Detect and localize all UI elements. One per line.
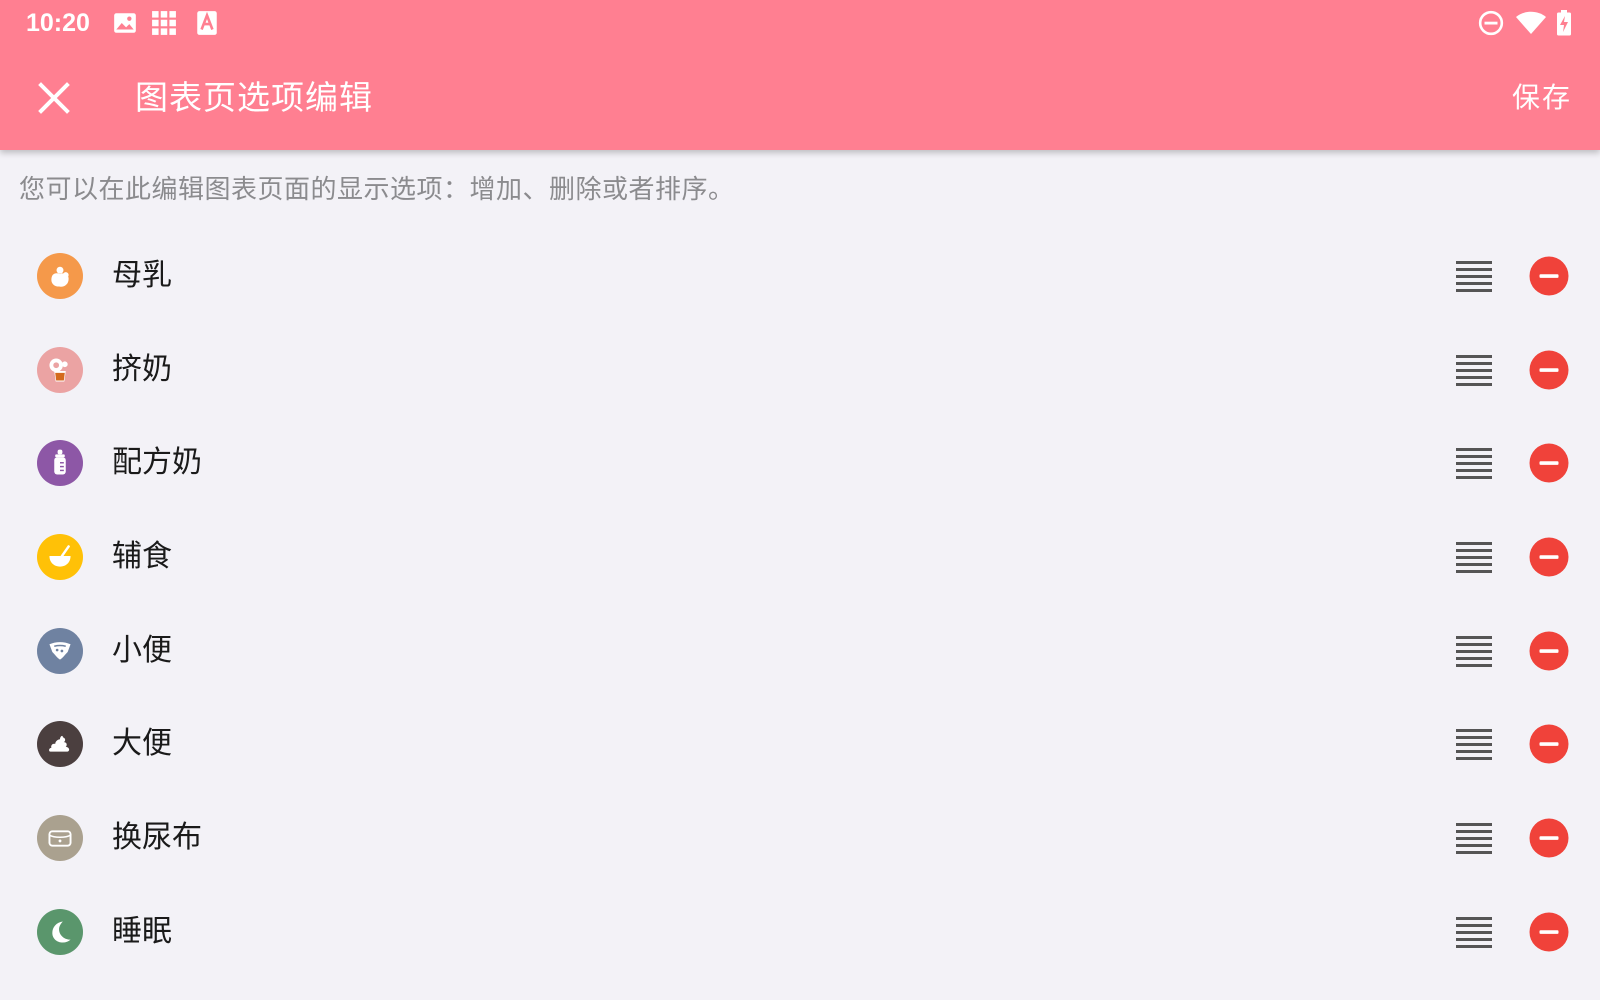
drag-handle[interactable] (1456, 540, 1492, 574)
remove-circle-icon (1529, 537, 1569, 577)
option-label: 辅食 (112, 539, 172, 575)
option-label: 睡眠 (112, 913, 172, 949)
option-label: 小便 (112, 632, 172, 668)
drag-handle[interactable] (1456, 634, 1492, 668)
drag-handle[interactable] (1456, 727, 1492, 761)
option-label: 挤奶 (112, 351, 172, 387)
option-label: 换尿布 (112, 820, 202, 856)
keyboard-a-icon (196, 10, 218, 36)
drag-handle-icon (1456, 729, 1492, 761)
save-button[interactable]: 保存 (1512, 78, 1572, 118)
status-time: 10:20 (26, 9, 90, 37)
remove-circle-icon (1529, 818, 1569, 858)
remove-circle-icon (1529, 256, 1569, 296)
baby-bottle-icon (37, 440, 83, 487)
option-row-8: 睡眠 (0, 885, 1600, 979)
close-icon (38, 82, 70, 114)
remove-button[interactable] (1529, 631, 1569, 671)
option-row-2: 挤奶 (0, 323, 1600, 417)
drag-handle[interactable] (1456, 446, 1492, 480)
drag-handle-icon (1456, 448, 1492, 480)
diaper-change-icon (37, 815, 83, 862)
toolbar: 图表页选项编辑 保存 (0, 48, 1600, 150)
option-label: 母乳 (112, 258, 172, 293)
remove-circle-icon (1529, 350, 1569, 390)
chart-option-list: 母乳 挤奶 配方奶 辅食 小便 大便 换尿布 睡眠 (0, 229, 1600, 979)
remove-circle-icon (1529, 443, 1569, 483)
drag-handle[interactable] (1456, 353, 1492, 387)
moon-sleep-icon (37, 908, 83, 955)
option-label: 大便 (112, 726, 172, 762)
grid-app-icon (151, 10, 177, 36)
remove-button[interactable] (1529, 350, 1569, 390)
app-header: 10:20 图表页选项编辑 保存 (0, 0, 1600, 150)
drag-handle-icon (1456, 635, 1492, 667)
drag-handle[interactable] (1456, 259, 1492, 293)
remove-button[interactable] (1529, 912, 1569, 952)
remove-circle-icon (1529, 724, 1569, 764)
status-bar: 10:20 (0, 0, 1600, 48)
food-bowl-icon (37, 534, 83, 581)
option-row-5: 小便 (0, 604, 1600, 698)
remove-button[interactable] (1529, 256, 1569, 296)
option-label: 配方奶 (112, 445, 202, 481)
page-title: 图表页选项编辑 (135, 78, 373, 117)
drag-handle-icon (1456, 542, 1492, 574)
option-row-3: 配方奶 (0, 416, 1600, 510)
wet-diaper-icon (37, 627, 83, 674)
description-text: 您可以在此编辑图表页面的显示选项：增加、删除或者排序。 (19, 175, 735, 205)
poop-icon (37, 721, 83, 768)
app-root: 10:20 图表页选项编辑 保存 您可以在此编辑图表页面的显示选项：增加、删除或… (0, 0, 1600, 1000)
remove-button[interactable] (1529, 724, 1569, 764)
option-row-6: 大便 (0, 697, 1600, 791)
remove-circle-icon (1529, 912, 1569, 952)
battery-charging-icon (1556, 10, 1572, 36)
drag-handle-icon (1456, 916, 1492, 948)
close-button[interactable] (26, 70, 82, 126)
remove-circle-icon (1529, 631, 1569, 671)
wifi-icon (1515, 10, 1547, 36)
drag-handle-icon (1456, 354, 1492, 386)
remove-button[interactable] (1529, 443, 1569, 483)
breastfeeding-icon (37, 253, 83, 299)
drag-handle-icon (1456, 261, 1492, 292)
do-not-disturb-icon (1478, 10, 1504, 36)
remove-button[interactable] (1529, 537, 1569, 577)
drag-handle[interactable] (1456, 915, 1492, 949)
option-row-7: 换尿布 (0, 791, 1600, 885)
image-notification-icon (112, 10, 138, 36)
option-row-1: 母乳 (0, 229, 1600, 323)
drag-handle-icon (1456, 823, 1492, 855)
remove-button[interactable] (1529, 818, 1569, 858)
option-row-4: 辅食 (0, 510, 1600, 604)
breast-pump-icon (37, 346, 83, 393)
drag-handle[interactable] (1456, 821, 1492, 855)
